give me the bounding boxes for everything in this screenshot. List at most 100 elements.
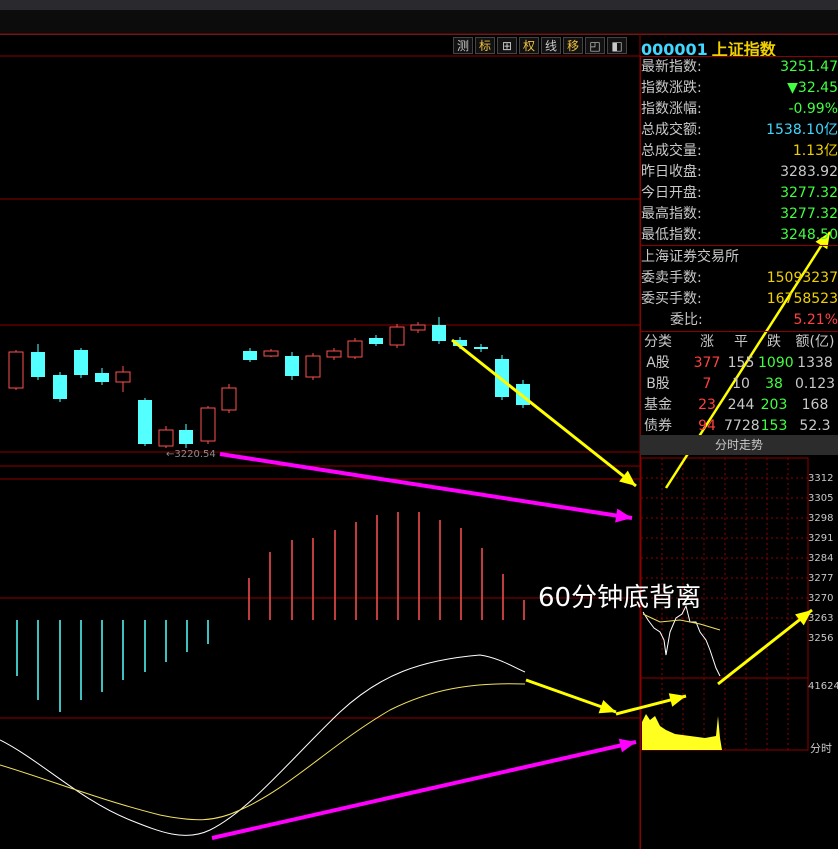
candle-body-up: [115, 371, 131, 383]
breakdown-cell: 23: [698, 397, 716, 413]
candle-body-down: [179, 430, 193, 444]
candle-body-up: [200, 407, 216, 442]
breakdown-header-cell: 涨: [700, 334, 714, 350]
mini-tick-label: 3298: [808, 513, 834, 524]
stat-value: -0.99%: [788, 101, 838, 117]
breakdown-cell: 基金: [644, 397, 672, 413]
annotation-arrow-line: [451, 338, 637, 488]
exchange-value: 15093237: [766, 270, 838, 286]
dif-line: [0, 654, 526, 836]
mini-tick-label: 3270: [808, 593, 834, 604]
stat-label: 指数涨跌:: [641, 80, 702, 96]
breakdown-cell: 244: [727, 397, 755, 413]
breakdown-cell: 7728: [724, 418, 760, 434]
breakdown-cell: A股: [646, 355, 670, 371]
stat-row: 总成交额: 1538.10亿: [640, 120, 838, 141]
stat-label: 总成交量:: [641, 143, 702, 159]
breakdown-cell: 155: [727, 355, 755, 371]
mini-tick-label: 3305: [808, 493, 834, 504]
breakdown-row: A股 377 155 1090 1338: [640, 353, 838, 374]
candlestick-series: [8, 317, 530, 448]
stat-row: 总成交量: 1.13亿: [640, 141, 838, 162]
exchange-value: 16758523: [766, 291, 838, 307]
candle-body-up: [221, 387, 237, 411]
exchange-row: 委买手数: 16758523: [640, 289, 838, 310]
breakdown-header-cell: 平: [734, 334, 748, 350]
exchange-label: 委比:: [670, 312, 703, 328]
stat-label: 总成交额:: [641, 122, 702, 138]
candle-body-down: [31, 352, 45, 377]
mini-tick-label: 3263: [808, 613, 834, 624]
breakdown-cell: 38: [765, 376, 783, 392]
stat-value: 3277.32: [780, 206, 838, 222]
stat-row: 昨日收盘: 3283.92: [640, 162, 838, 183]
breakdown-cell: 1090: [758, 355, 794, 371]
macd-lines: [0, 654, 526, 836]
exchange-row: 委卖手数: 15093237: [640, 268, 838, 289]
candle-body-down: [138, 400, 152, 444]
annotation-arrow-head: [615, 508, 632, 523]
exchange-label: 委买手数:: [641, 291, 702, 307]
stat-label: 昨日收盘:: [641, 164, 702, 180]
candle-body-up: [263, 350, 279, 357]
stat-value: 1538.10亿: [766, 122, 838, 138]
stat-row: 最低指数: 3248.50: [640, 225, 838, 246]
candle-body-down: [243, 351, 257, 360]
candle-body-up: [8, 351, 24, 389]
breakdown-row: B股 7 10 38 0.123: [640, 374, 838, 395]
breakdown-row: 债券 94 7728 153 52.3: [640, 416, 838, 437]
breakdown-cell: 7: [702, 376, 712, 392]
stat-row: 指数涨跌: ▼32.45: [640, 78, 838, 99]
breakdown-cell: B股: [646, 376, 670, 392]
breakdown-header-cell: 分类: [644, 334, 672, 350]
breakdown-header-cell: 跌: [767, 334, 781, 350]
stat-value: 1.13亿: [792, 143, 838, 159]
breakdown-header: 分类 涨 平 跌额(亿): [640, 332, 838, 353]
stat-value: 3277.32: [780, 185, 838, 201]
mini-tick-label: 3312: [808, 473, 834, 484]
breakdown-cell: 94: [698, 418, 716, 434]
stat-value: ▼32.45: [787, 80, 838, 96]
exchange-label: 委卖手数:: [641, 270, 702, 286]
stat-label: 今日开盘:: [641, 185, 702, 201]
candle-body-down: [474, 347, 488, 349]
stat-row: 指数涨幅: -0.99%: [640, 99, 838, 120]
quote-panel: 000001 上证指数 最新指数: 3251.47 指数涨跌: ▼32.45 指数涨幅: -…: [640, 34, 838, 849]
stat-row: 最高指数: 3277.32: [640, 204, 838, 225]
candle-body-up: [305, 355, 321, 378]
stat-value: 3248.50: [780, 227, 838, 243]
mini-volume-label: 41624: [808, 681, 838, 692]
candle-body-down: [95, 373, 109, 382]
breakdown-cell: 377: [693, 355, 721, 371]
breakdown-cell: 1338: [797, 355, 833, 371]
breakdown-cell: 153: [760, 418, 788, 434]
mini-chart-title[interactable]: 分时走势: [640, 435, 838, 455]
mini-tick-label: 3277: [808, 573, 834, 584]
stat-label: 指数涨幅:: [641, 101, 702, 117]
breakdown-cell: 203: [760, 397, 788, 413]
stat-row: 最新指数: 3251.47: [640, 57, 838, 78]
breakdown-cell: 168: [801, 397, 829, 413]
candle-body-down: [74, 350, 88, 375]
candle-body-up: [347, 340, 363, 358]
breakdown-cell: 52.3: [799, 418, 831, 434]
exchange-value: 5.21%: [793, 312, 838, 328]
stat-label: 最低指数:: [641, 227, 702, 243]
breakdown-cell: 10: [732, 376, 750, 392]
dea-line: [0, 683, 526, 821]
candle-body-up: [326, 350, 342, 358]
breakdown-cell: 0.123: [794, 376, 836, 392]
candle-body-down: [53, 375, 67, 399]
stat-value: 3251.47: [780, 59, 838, 75]
exchange-name: 上海证券交易所: [641, 249, 739, 265]
candle-body-up: [410, 324, 426, 331]
macd-histogram: [16, 512, 525, 712]
candle-body-down: [285, 356, 299, 376]
mini-tick-label: 3256: [808, 633, 834, 644]
breakdown-row: 基金 23 244 203 168: [640, 395, 838, 416]
breakdown-header-cell: 额(亿): [795, 334, 835, 350]
stat-label: 最新指数:: [641, 59, 702, 75]
exchange-row: 委比: 5.21%: [640, 310, 838, 331]
annotation-arrow-head: [598, 700, 616, 714]
mini-tick-label: 3284: [808, 553, 834, 564]
